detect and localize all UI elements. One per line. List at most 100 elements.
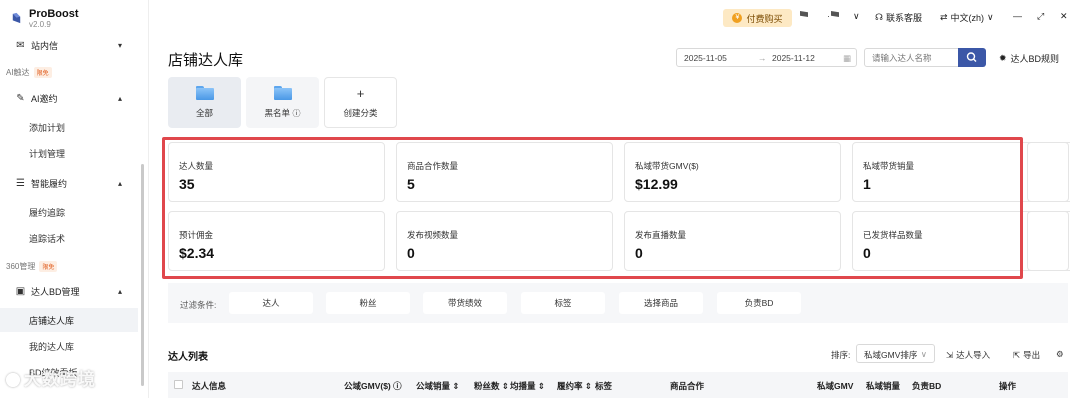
filter-label: 过滤条件:: [180, 300, 217, 310]
sidebar-menu-bd-manage[interactable]: ▣ 达人BD管理 ▴: [0, 279, 140, 303]
pay-button-label: 付费购买: [746, 13, 783, 24]
date-end: 2025-11-12: [772, 53, 815, 63]
maximize-button[interactable]: ⤢: [1037, 11, 1044, 22]
headset-icon: ☊: [875, 12, 883, 22]
sidebar-menu-label: 智能履约: [31, 178, 68, 189]
flag-icon[interactable]: [800, 11, 808, 17]
col-fans[interactable]: 粉丝数 ⇕: [474, 380, 509, 392]
filter-product-button[interactable]: 选择商品: [619, 292, 703, 314]
table-header: 达人信息 公域GMV($) ⓘ 公域销量 ⇕ 粉丝数 ⇕ 均播量 ⇕ 履约率 ⇕…: [168, 372, 1068, 398]
sort-value: 私域GMV排序: [864, 350, 918, 360]
app-version: v2.0.9: [29, 20, 51, 29]
sort-icon: ⇕: [584, 381, 593, 391]
col-actions: 操作: [999, 381, 1017, 391]
folder-icon: [195, 86, 214, 100]
search-button[interactable]: [958, 48, 986, 67]
import-creators-button[interactable]: ⇲ 达人导入: [946, 349, 990, 361]
plus-icon: +: [356, 85, 365, 101]
pay-button[interactable]: ¥ 付费购买: [723, 9, 792, 27]
col-fulfill-rate[interactable]: 履约率 ⇕: [557, 380, 592, 392]
filter-fans-button[interactable]: 粉丝: [326, 292, 410, 314]
watermark-text: 大数跨境: [24, 370, 96, 389]
help-icon: ⓘ: [292, 109, 301, 118]
language-selector[interactable]: ⇄ 中文(zh) ∨: [940, 11, 994, 24]
settings-gear-icon[interactable]: ⚙: [1056, 349, 1064, 360]
col-label: 粉丝数: [474, 381, 500, 391]
filter-creator-button[interactable]: 达人: [229, 292, 313, 314]
chevron-down-icon: ▾: [118, 40, 123, 50]
chevron-up-icon: ▴: [118, 178, 123, 188]
filter-performance-button[interactable]: 带货绩效: [423, 292, 507, 314]
chevron-down-icon[interactable]: ∨: [853, 11, 860, 22]
sidebar-scrollbar[interactable]: [141, 164, 144, 386]
chevron-up-icon: ▴: [118, 93, 123, 103]
watermark: 大数跨境: [6, 365, 96, 390]
folder-blacklist[interactable]: 黑名单 ⓘ: [246, 77, 319, 128]
sidebar-item-store-creators[interactable]: 店铺达人库: [0, 308, 138, 332]
sidebar-menu-fulfillment[interactable]: ☰ 智能履约 ▴: [0, 171, 140, 195]
date-range-picker[interactable]: 2025-11-05 → 2025-11-12 ▦: [676, 48, 857, 67]
support-label: 联系客服: [886, 13, 923, 23]
folder-label: 黑名单: [264, 108, 291, 118]
stat-card-partial: [1027, 211, 1070, 271]
logo-icon: [12, 12, 21, 24]
search-icon: [966, 52, 977, 62]
sidebar: ProBoost v2.0.9 ✉ 站内信 ▾ AI触达 限免 ✎ AI邀约 ▴…: [0, 0, 149, 398]
sidebar-item-fulfillment-tracking[interactable]: 履约追踪: [0, 200, 138, 224]
sort-icon: ⇕: [452, 381, 460, 391]
sort-label: 排序:: [831, 350, 851, 360]
col-public-sales[interactable]: 公域销量 ⇕: [416, 380, 460, 392]
creator-search-input[interactable]: [864, 48, 959, 67]
language-label: 中文(zh): [950, 13, 985, 23]
group-label-360: 360管理 限免: [6, 261, 58, 272]
gear-icon: ✹: [999, 53, 1007, 63]
create-category-button[interactable]: + 创建分类: [324, 77, 397, 128]
support-button[interactable]: ☊ 联系客服: [875, 11, 922, 24]
group-label-ai-reach: AI触达 限免: [6, 67, 52, 78]
export-button[interactable]: ⇱ 导出: [1013, 349, 1040, 361]
col-public-gmv[interactable]: 公域GMV($) ⓘ: [344, 380, 402, 392]
contacts-icon: ▣: [15, 285, 26, 297]
date-start: 2025-11-05: [684, 53, 727, 63]
folder-icon: [273, 86, 292, 100]
sidebar-item-add-plan[interactable]: 添加计划: [0, 115, 138, 139]
sort-icon: ⇕: [501, 381, 510, 391]
list-icon: ☰: [16, 177, 25, 189]
pin-icon: ✎: [16, 92, 25, 104]
chevron-down-icon: ∨: [987, 12, 994, 22]
import-icon: ⇲: [946, 349, 954, 360]
sort-select[interactable]: 私域GMV排序 ∨: [856, 344, 935, 363]
sidebar-menu-label: 达人BD管理: [31, 286, 80, 297]
creator-list-title: 达人列表: [168, 352, 208, 363]
help-icon: ⓘ: [393, 381, 402, 391]
sidebar-item-tracking-scripts[interactable]: 追踪话术: [0, 226, 138, 250]
free-badge: 限免: [39, 261, 58, 272]
sidebar-item-label: 站内信: [31, 40, 59, 51]
folder-all[interactable]: 全部: [168, 77, 241, 128]
chevron-down-icon: ∨: [920, 349, 927, 359]
col-label: 均播量: [510, 381, 536, 391]
sidebar-item-inbox[interactable]: ✉ 站内信 ▾: [0, 33, 140, 57]
folder-label: 创建分类: [343, 107, 378, 118]
watermark-logo-icon: [6, 373, 20, 387]
flag-icon[interactable]: [831, 11, 839, 17]
sidebar-item-my-creators[interactable]: 我的达人库: [0, 334, 138, 358]
filter-tags-button[interactable]: 标签: [521, 292, 605, 314]
date-arrow-icon: →: [758, 53, 767, 63]
bd-rules-link[interactable]: ✹ 达人BD规则: [999, 52, 1059, 65]
close-button[interactable]: ✕: [1060, 11, 1068, 22]
col-private-sales: 私域销量: [866, 381, 901, 391]
stat-card-partial: [1027, 142, 1070, 202]
select-all-checkbox[interactable]: [174, 380, 183, 389]
account-indicator[interactable]: ·: [827, 11, 830, 21]
translate-icon: ⇄: [940, 12, 948, 22]
bd-rules-label: 达人BD规则: [1010, 54, 1060, 64]
filter-bd-button[interactable]: 负责BD: [717, 292, 801, 314]
export-icon: ⇱: [1013, 349, 1021, 360]
calendar-icon: ▦: [843, 53, 852, 63]
minimize-button[interactable]: —: [1013, 11, 1022, 21]
col-avg-views[interactable]: 均播量 ⇕: [510, 380, 545, 392]
sidebar-menu-ai-invite[interactable]: ✎ AI邀约 ▴: [0, 86, 140, 110]
sidebar-item-plan-manage[interactable]: 计划管理: [0, 141, 138, 165]
group-title: 360管理: [6, 262, 36, 271]
